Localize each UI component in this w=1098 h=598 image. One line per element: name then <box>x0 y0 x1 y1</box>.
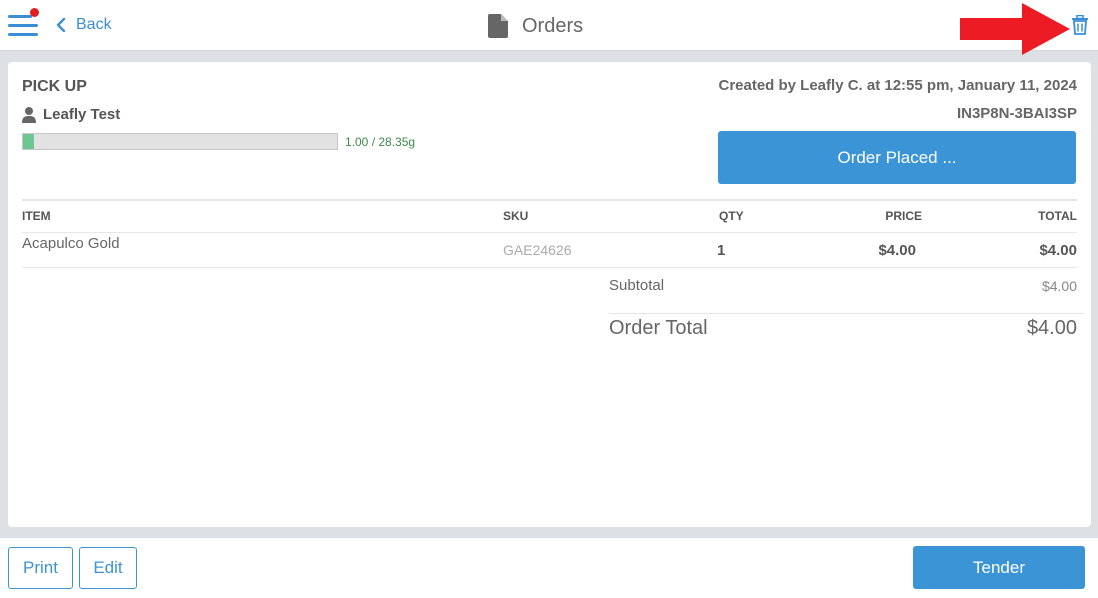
column-header-qty: QTY <box>719 209 744 223</box>
item-total: $4.00 <box>1039 242 1077 259</box>
document-icon <box>488 14 508 38</box>
footer-bar: Print Edit Tender <box>0 538 1098 598</box>
purchase-limit-text: 1.00 / 28.35g <box>345 135 416 149</box>
item-price: $4.00 <box>878 242 916 259</box>
item-sku: GAE24626 <box>503 242 572 258</box>
order-total-value: $4.00 <box>1026 317 1077 339</box>
page-title: Orders <box>488 12 583 40</box>
item-name: Acapulco Gold <box>22 235 120 252</box>
column-header-item: ITEM <box>22 209 51 223</box>
item-qty: 1 <box>717 242 726 259</box>
user-icon <box>22 106 36 123</box>
annotation-arrow-icon <box>960 3 1070 55</box>
divider <box>609 313 1084 314</box>
order-id: IN3P8N-3BAI3SP <box>956 105 1077 122</box>
customer-name: Leafly Test <box>43 106 121 123</box>
subtotal-value: $4.00 <box>1041 278 1077 294</box>
print-button[interactable]: Print <box>8 547 73 589</box>
column-header-total: TOTAL <box>1038 209 1077 223</box>
divider <box>22 267 1077 268</box>
column-header-sku: SKU <box>503 209 529 223</box>
tender-button[interactable]: Tender <box>913 546 1085 589</box>
purchase-limit-progress <box>22 133 338 150</box>
customer[interactable]: Leafly Test <box>22 106 120 123</box>
chevron-left-icon <box>56 18 66 32</box>
notification-dot <box>30 8 39 17</box>
order-status-button[interactable]: Order Placed ... <box>718 131 1076 184</box>
page-title-text: Orders <box>522 14 584 37</box>
order-card: PICK UP Leafly Test 1.00 / 28.35g Create… <box>8 62 1091 527</box>
hamburger-menu-icon[interactable] <box>8 8 39 38</box>
edit-button[interactable]: Edit <box>79 547 137 589</box>
order-total-label: Order Total <box>609 317 708 339</box>
purchase-limit-fill <box>23 134 35 149</box>
trash-icon[interactable] <box>1071 15 1089 35</box>
back-label: Back <box>76 16 112 33</box>
order-type: PICK UP <box>22 78 87 95</box>
created-by-text: Created by Leafly C. at 12:55 pm, Januar… <box>718 77 1077 94</box>
divider <box>22 199 1077 201</box>
top-bar: Back Orders <box>0 0 1098 51</box>
column-header-price: PRICE <box>885 209 922 223</box>
divider <box>22 232 1077 233</box>
subtotal-label: Subtotal <box>609 277 665 294</box>
back-button[interactable]: Back <box>56 15 112 35</box>
